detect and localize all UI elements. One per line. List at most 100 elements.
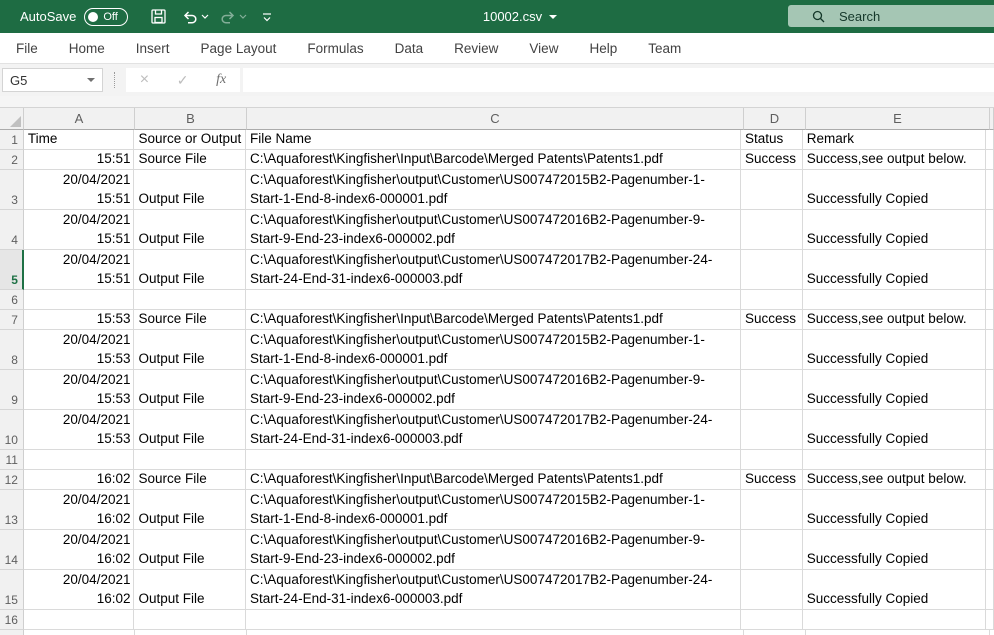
column-header-a[interactable]: A [24,108,135,130]
row-header[interactable]: 10 [0,410,24,450]
cell[interactable] [24,610,135,630]
cell[interactable]: C:\Aquaforest\Kingfisher\output\Customer… [246,210,741,250]
undo-icon[interactable] [181,0,199,33]
cell[interactable]: File Name [246,130,741,150]
tab-team[interactable]: Team [648,41,681,56]
name-box[interactable]: G5 [2,68,103,92]
tab-file[interactable]: File [16,41,38,56]
cell[interactable]: 20/04/2021 15:51 [24,250,135,290]
row-header[interactable]: 3 [0,170,24,210]
cell[interactable]: Output File [134,250,246,290]
tab-insert[interactable]: Insert [136,41,170,56]
row-header[interactable]: 2 [0,150,24,170]
undo-dropdown-icon[interactable] [201,0,209,33]
cell[interactable] [986,370,994,410]
cell[interactable]: Output File [134,330,246,370]
cell[interactable] [986,470,994,490]
cell[interactable]: Successfully Copied [803,170,986,210]
formula-input[interactable] [243,68,994,92]
cell[interactable]: Successfully Copied [803,490,986,530]
cell[interactable]: Time [24,130,135,150]
row-header[interactable] [0,630,24,635]
cell[interactable]: Success,see output below. [803,470,986,490]
cell[interactable]: C:\Aquaforest\Kingfisher\output\Customer… [246,330,741,370]
cell[interactable] [741,410,803,450]
cell[interactable]: Output File [134,530,246,570]
cell[interactable] [986,150,994,170]
cell[interactable]: C:\Aquaforest\Kingfisher\output\Customer… [246,170,741,210]
column-header-c[interactable]: C [247,108,744,130]
cell[interactable]: Success,see output below. [803,310,986,330]
row-header[interactable]: 15 [0,570,24,610]
cell[interactable]: Successfully Copied [803,370,986,410]
cell[interactable]: C:\Aquaforest\Kingfisher\output\Customer… [246,370,741,410]
cell[interactable]: Source File [134,150,246,170]
cell[interactable]: C:\Aquaforest\Kingfisher\output\Customer… [246,250,741,290]
cell[interactable] [741,250,803,290]
cell[interactable] [134,610,246,630]
cell[interactable]: Success [741,470,803,490]
row-header[interactable]: 16 [0,610,24,630]
cell[interactable]: C:\Aquaforest\Kingfisher\output\Customer… [246,490,741,530]
cell[interactable]: 20/04/2021 15:53 [24,330,135,370]
tab-home[interactable]: Home [69,41,105,56]
cell[interactable] [741,530,803,570]
row-header[interactable]: 7 [0,310,24,330]
tab-formulas[interactable]: Formulas [307,41,363,56]
cell[interactable]: Success,see output below. [803,150,986,170]
cell[interactable] [246,290,741,310]
cell[interactable]: 20/04/2021 16:02 [24,470,135,490]
cell[interactable]: Output File [134,410,246,450]
row-header[interactable]: 12 [0,470,24,490]
cell[interactable] [986,250,994,290]
cell[interactable]: Output File [134,170,246,210]
cell[interactable]: 20/04/2021 15:53 [24,410,135,450]
cell[interactable] [741,370,803,410]
cell[interactable]: Output File [134,370,246,410]
cell[interactable]: C:\Aquaforest\Kingfisher\Input\Barcode\M… [246,470,741,490]
cell[interactable] [986,130,994,150]
name-box-dropdown-icon[interactable] [87,78,95,82]
cell[interactable]: 20/04/2021 16:02 [24,570,135,610]
cell[interactable] [986,610,994,630]
cell[interactable]: C:\Aquaforest\Kingfisher\Input\Barcode\M… [246,150,741,170]
row-header[interactable]: 5 [0,250,24,290]
column-header-f-sliver[interactable] [990,108,994,130]
cell[interactable] [741,170,803,210]
cell[interactable] [24,290,135,310]
document-title-menu[interactable]: 10002.csv [450,0,590,33]
tab-help[interactable]: Help [589,41,617,56]
cell[interactable] [986,210,994,250]
cell[interactable]: 20/04/2021 16:02 [24,490,135,530]
cell[interactable] [986,490,994,530]
cell[interactable] [986,170,994,210]
cell[interactable] [741,450,803,470]
cell[interactable] [246,450,741,470]
insert-function-icon[interactable]: fx [216,72,226,88]
cell[interactable]: C:\Aquaforest\Kingfisher\Input\Barcode\M… [246,310,741,330]
tab-data[interactable]: Data [395,41,424,56]
cell[interactable]: Successfully Copied [803,570,986,610]
cell[interactable]: Success [741,150,803,170]
cell[interactable]: 20/04/2021 15:53 [24,370,135,410]
cell[interactable]: Source File [134,470,246,490]
cell[interactable] [803,290,986,310]
cell[interactable]: Successfully Copied [803,210,986,250]
cell[interactable]: C:\Aquaforest\Kingfisher\output\Customer… [246,570,741,610]
cell[interactable]: 20/04/2021 16:02 [24,530,135,570]
tab-review[interactable]: Review [454,41,498,56]
cell[interactable] [741,330,803,370]
cell[interactable] [246,610,741,630]
cell[interactable]: Output File [134,570,246,610]
cell[interactable]: Remark [803,130,986,150]
autosave-toggle[interactable]: Off [84,8,128,26]
cancel-icon[interactable]: × [140,71,149,89]
row-header[interactable]: 1 [0,130,24,150]
cell[interactable] [134,290,246,310]
row-header[interactable]: 14 [0,530,24,570]
cell[interactable]: Successfully Copied [803,330,986,370]
search-box[interactable]: Search [788,5,994,27]
column-header-d[interactable]: D [744,108,806,130]
cell[interactable]: C:\Aquaforest\Kingfisher\output\Customer… [246,410,741,450]
cell[interactable] [741,210,803,250]
